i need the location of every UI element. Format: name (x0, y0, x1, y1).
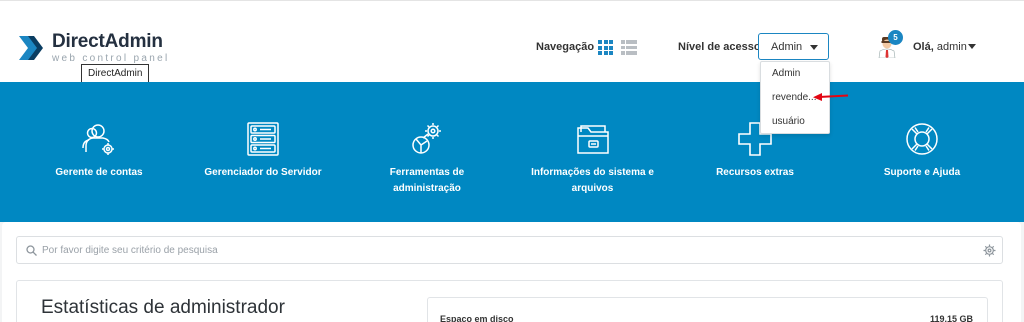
chevron-down-icon (810, 45, 818, 50)
category-system-info-files[interactable]: Informações do sistema e arquivos (525, 122, 660, 197)
category-label: Gerente de contas (55, 167, 143, 178)
stats-title: Estatísticas de administrador (41, 297, 285, 318)
notification-badge[interactable]: 5 (888, 30, 903, 45)
category-label: Recursos extras (716, 167, 794, 178)
category-support-help[interactable]: Suporte e Ajuda (872, 122, 972, 181)
disk-space-value: 119.15 GB (929, 314, 973, 322)
access-level-value: Admin (771, 41, 803, 53)
red-pointer-arrow-icon (813, 93, 849, 101)
user-menu-chevron-icon[interactable] (968, 44, 976, 49)
search-input[interactable] (42, 237, 962, 263)
access-level-label: Nível de acesso (678, 41, 761, 53)
category-account-manager[interactable]: Gerente de contas (50, 122, 148, 181)
category-label: Gerenciador do Servidor (204, 167, 322, 178)
category-server-manager[interactable]: Gerenciador do Servidor (197, 122, 329, 181)
category-label: Ferramentas de administração (389, 167, 465, 194)
access-option-user[interactable]: usuário (772, 116, 805, 127)
category-label: Informações do sistema e arquivos (531, 167, 654, 194)
access-level-select[interactable]: Admin (758, 33, 829, 60)
username: admin (936, 41, 967, 53)
logo-tooltip: DirectAdmin (81, 64, 150, 83)
folder-icon (576, 125, 609, 154)
directadmin-logo[interactable]: DirectAdmin web control panel (16, 32, 169, 64)
users-gear-icon (82, 124, 114, 155)
access-option-reseller[interactable]: revende... (772, 92, 816, 103)
list-view-icon[interactable] (621, 40, 637, 55)
admin-stats-panel: Estatísticas de administrador Espaço em … (16, 280, 1003, 322)
logo-title: DirectAdmin (52, 31, 163, 52)
disk-space-label: Espaço em disco (440, 314, 514, 322)
lifebuoy-icon (906, 123, 938, 155)
category-band: Gerente de contas Gerenciador do Servido… (0, 82, 1024, 222)
tools-gear-icon (412, 123, 441, 154)
disk-space-card: Espaço em disco 119.15 GB (427, 297, 988, 322)
directadmin-logo-icon (19, 36, 43, 60)
user-greeting[interactable]: Olá, admin (913, 41, 967, 53)
logo-subtitle: web control panel (52, 53, 170, 64)
access-option-admin[interactable]: Admin (772, 68, 800, 79)
navigation-label: Navegação (536, 41, 595, 53)
top-header: DirectAdmin web control panel (0, 0, 1024, 82)
greeting-text: Olá, (913, 41, 934, 53)
server-rack-icon (247, 122, 279, 156)
category-label: Suporte e Ajuda (883, 167, 961, 178)
search-icon (26, 245, 37, 256)
grid-view-icon[interactable] (598, 40, 613, 55)
category-admin-tools[interactable]: Ferramentas de administração (372, 122, 482, 197)
search-bar (16, 236, 1003, 264)
search-settings-gear-icon[interactable] (983, 244, 996, 257)
